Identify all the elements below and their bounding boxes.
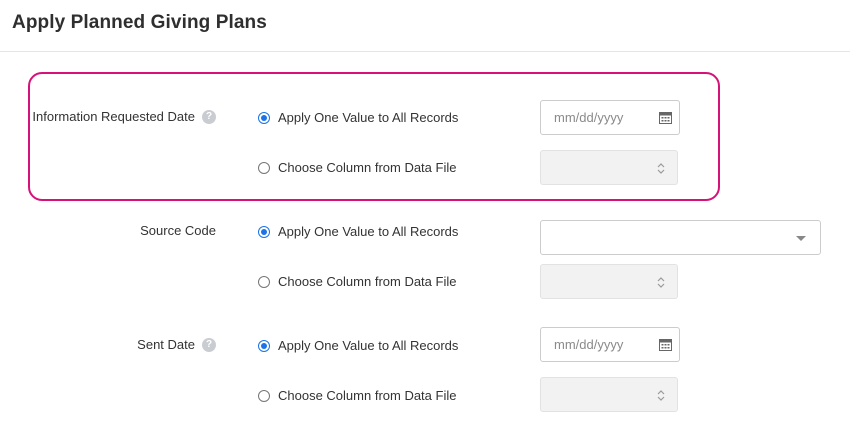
updown-chevron-icon xyxy=(657,163,665,174)
calendar-icon[interactable] xyxy=(659,338,672,351)
column-select-disabled xyxy=(540,377,678,412)
field-label-source-code: Source Code xyxy=(140,223,216,238)
chevron-down-icon[interactable] xyxy=(796,236,806,241)
radio-button-unchecked[interactable] xyxy=(258,275,270,288)
radio-button-checked[interactable] xyxy=(258,225,270,238)
radio-apply-one-value[interactable]: Apply One Value to All Records xyxy=(258,338,458,353)
column-select-disabled xyxy=(540,150,678,185)
radio-label: Apply One Value to All Records xyxy=(278,338,459,353)
radio-label: Choose Column from Data File xyxy=(278,160,457,175)
field-label-sent-date: Sent Date ? xyxy=(137,337,216,352)
radio-button-unchecked[interactable] xyxy=(258,389,270,402)
radio-label: Choose Column from Data File xyxy=(278,388,457,403)
radio-apply-one-value[interactable]: Apply One Value to All Records xyxy=(258,110,458,125)
source-code-dropdown[interactable] xyxy=(540,220,821,255)
field-label-information-requested-date: Information Requested Date ? xyxy=(32,109,216,124)
radio-button-unchecked[interactable] xyxy=(258,161,270,174)
column-select-disabled xyxy=(540,264,678,299)
radio-label: Apply One Value to All Records xyxy=(278,110,459,125)
radio-button-checked[interactable] xyxy=(258,339,270,352)
information-requested-date-input[interactable] xyxy=(540,100,680,135)
radio-label: Choose Column from Data File xyxy=(278,274,457,289)
field-label-text: Information Requested Date xyxy=(32,109,195,124)
radio-choose-column[interactable]: Choose Column from Data File xyxy=(258,274,456,289)
field-row-sent-date: Sent Date ? Apply One Value to All Recor… xyxy=(0,0,850,412)
radio-label: Apply One Value to All Records xyxy=(278,224,459,239)
radio-choose-column[interactable]: Choose Column from Data File xyxy=(258,388,456,403)
radio-apply-one-value[interactable]: Apply One Value to All Records xyxy=(258,224,458,239)
field-label-text: Source Code xyxy=(140,223,216,238)
radio-choose-column[interactable]: Choose Column from Data File xyxy=(258,160,456,175)
field-label-text: Sent Date xyxy=(137,337,195,352)
radio-button-checked[interactable] xyxy=(258,111,270,124)
updown-chevron-icon xyxy=(657,390,665,401)
help-icon[interactable]: ? xyxy=(202,109,216,124)
date-text-field[interactable] xyxy=(554,337,654,352)
updown-chevron-icon xyxy=(657,277,665,288)
sent-date-input[interactable] xyxy=(540,327,680,362)
help-icon[interactable]: ? xyxy=(202,337,216,352)
date-text-field[interactable] xyxy=(554,110,654,125)
calendar-icon[interactable] xyxy=(659,111,672,124)
